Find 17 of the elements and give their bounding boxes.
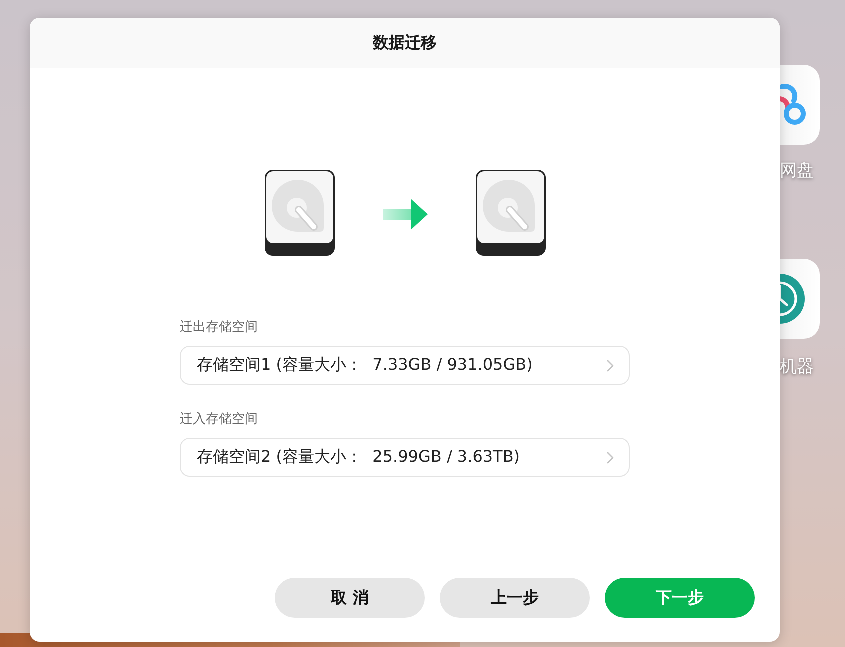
back-button[interactable]: 上一步 <box>440 578 590 618</box>
app-label: 网盘 <box>780 161 814 181</box>
chevron-right-icon <box>607 360 614 372</box>
cancel-button[interactable]: 取 消 <box>275 578 425 618</box>
chevron-right-icon <box>607 452 614 464</box>
dialog-title: 数据迁移 <box>373 32 437 54</box>
arrow-right-icon <box>382 198 428 230</box>
app-tile[interactable] <box>780 65 820 145</box>
app-label: 机器 <box>780 357 814 377</box>
hard-drive-icon <box>476 170 546 256</box>
hard-drive-icon <box>264 170 334 256</box>
storage-select[interactable]: 存储空间2 (容量大小： 25.99GB / 3.63TB) <box>180 438 630 477</box>
app-tile[interactable] <box>780 259 820 339</box>
storage-select[interactable]: 存储空间1 (容量大小： 7.33GB / 931.05GB) <box>180 346 630 385</box>
field-label: 迁出存储空间 <box>180 319 259 337</box>
rings-icon <box>780 83 808 127</box>
field-label: 迁入存储空间 <box>180 411 259 429</box>
